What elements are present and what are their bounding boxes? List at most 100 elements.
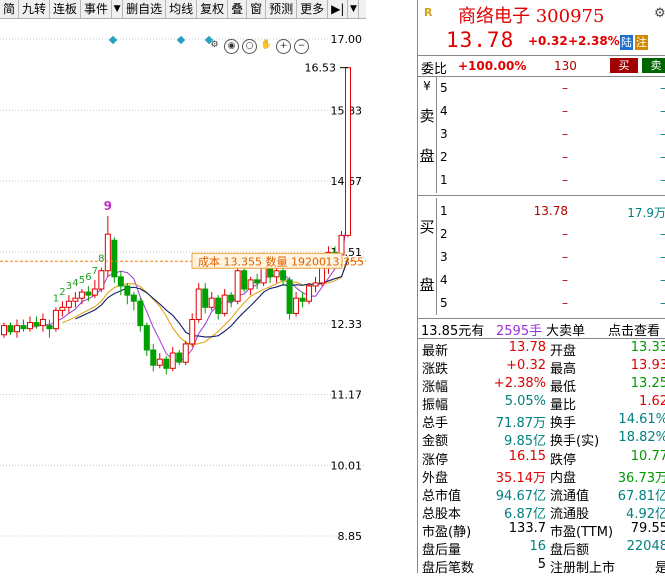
td-count-label: 5 (79, 275, 85, 286)
sell-row[interactable]: 5 – – (438, 78, 665, 101)
candle-body (189, 319, 196, 345)
td-count-label: 3 (66, 281, 72, 292)
buy-row[interactable]: 5 – – (438, 293, 665, 316)
sell-row[interactable]: 2 – – (438, 147, 665, 170)
high-price-label: 16.53 (305, 62, 337, 75)
sell-row[interactable]: 1 – – (438, 170, 665, 193)
candle-body (98, 270, 105, 290)
stock-title-row: R 商络电子 300975 ⚙ (418, 0, 665, 29)
gear-icon[interactable]: ⚙ (208, 39, 221, 52)
candle-body (33, 322, 40, 327)
candle-body (20, 325, 27, 330)
sell-row[interactable]: 3 – – (438, 124, 665, 147)
sell-price: – (562, 173, 568, 187)
eye-outline-icon[interactable]: ○ (242, 39, 257, 54)
minus-icon[interactable]: − (294, 39, 309, 54)
adjust-button[interactable]: 复权 (197, 0, 229, 18)
candle-body (150, 349, 157, 366)
stat-label-2: 跌停 (550, 452, 577, 468)
stat-value-2: 4.92亿 (626, 506, 665, 522)
buy-row[interactable]: 3 – – (438, 247, 665, 270)
hand-icon[interactable]: ✋ (260, 39, 273, 52)
buy-level: 1 (440, 204, 448, 218)
r-badge-icon: R (424, 6, 433, 19)
td-count-label: 4 (72, 278, 78, 289)
stat-label-2: 开盘 (550, 344, 577, 359)
stat-label-2: 盘后额 (550, 543, 590, 559)
trade-big-order: 大卖单 (546, 324, 586, 339)
buy-level: 3 (440, 250, 448, 264)
stock-title: 商络电子 300975 (458, 6, 605, 27)
stat-value: 94.67亿 (495, 488, 546, 504)
candle-body (104, 233, 111, 272)
tab-limit-board[interactable]: 连板 (50, 0, 82, 18)
chart-icon-row: ⚙ ◉ ○ ✋ + − (208, 39, 309, 54)
stat-value-2: 18.82% (618, 430, 665, 446)
forecast-button[interactable]: 预测 (266, 0, 298, 18)
stat-value: 71.87万 (495, 416, 546, 432)
eye-icon[interactable]: ◉ (224, 39, 239, 54)
buy-button[interactable]: 买 (610, 58, 638, 73)
stat-value-2: 13.93 (630, 358, 665, 374)
candle-body (26, 322, 33, 330)
candle-body (156, 358, 163, 366)
overlay-button[interactable]: 叠 (228, 0, 248, 18)
stat-value-2: 36.73万 (617, 470, 665, 486)
trade-summary-row: 13.85元有 2595手 大卖单 点击查看 (418, 318, 665, 339)
sell-row[interactable]: 4 – – (438, 101, 665, 124)
stat-row: 涨跌 +0.32 最高 13.93 (418, 358, 665, 378)
more-button[interactable]: 更多 (297, 0, 329, 18)
stat-row: 总手 71.87万 换手 14.61% (418, 412, 665, 432)
stat-label-2: 最高 (550, 362, 577, 378)
ma-button[interactable]: 均线 (166, 0, 198, 18)
sell-price: – (562, 127, 568, 141)
sell-level: 5 (440, 81, 448, 95)
buy-row[interactable]: 4 – – (438, 270, 665, 293)
buy-row[interactable]: 1 13.78 17.9万 (438, 201, 665, 224)
candle-body (254, 279, 261, 284)
stat-label-2: 市盈(TTM) (550, 524, 614, 540)
stat-row: 涨停 16.15 跌停 10.77 (418, 448, 665, 468)
candle-body (306, 285, 313, 302)
kline-svg: 17.0015.8314.6713.5112.3311.1710.018.851… (0, 33, 366, 543)
settings-gear-icon[interactable]: ⚙ (654, 6, 665, 21)
latest-price: 13.78 (446, 28, 515, 52)
buy-price: – (562, 227, 568, 241)
plus-icon[interactable]: + (276, 39, 291, 54)
tab-simple[interactable]: 简 (0, 0, 20, 18)
kline-chart[interactable]: 17.0015.8314.6713.5112.3311.1710.018.851… (0, 19, 366, 573)
td-count-label: 7 (92, 266, 98, 277)
stat-value-2: 79.55 (630, 520, 665, 536)
candle-body (228, 294, 235, 302)
tab-nine-turn[interactable]: 九转 (19, 0, 51, 18)
play-icon[interactable]: ▶| (328, 0, 349, 18)
td-count-label: 1 (53, 293, 59, 304)
buy-volume: – (660, 273, 665, 287)
sell-price: – (562, 104, 568, 118)
sell-level: 2 (440, 150, 448, 164)
buy-level: 5 (440, 296, 448, 310)
buy-side-label: 买 盘 (418, 198, 437, 315)
trade-view-link[interactable]: 点击查看 (608, 320, 660, 339)
candle-body (234, 270, 241, 302)
buy-row[interactable]: 2 – – (438, 224, 665, 247)
stat-label-2: 注册制上市 (550, 561, 616, 576)
stat-value: 9.85亿 (504, 434, 546, 450)
candle-body (124, 285, 131, 296)
play-dropdown[interactable]: ▼ (348, 0, 360, 18)
window-button[interactable]: 窗 (247, 0, 267, 18)
stat-value-2: 10.77 (630, 448, 665, 464)
stat-label: 涨幅 (422, 380, 449, 396)
sell-price: – (562, 81, 568, 95)
buy-price: 13.78 (533, 204, 568, 218)
event-marker-icon (108, 35, 118, 45)
remove-watchlist-button[interactable]: 删自选 (123, 0, 167, 18)
stat-label: 外盘 (422, 470, 449, 486)
sell-volume: – (660, 173, 665, 187)
stat-value: +0.32 (506, 358, 546, 374)
sell-button[interactable]: 卖 (642, 58, 665, 73)
event-dropdown[interactable]: ▼ (112, 0, 124, 18)
candle-body (163, 358, 170, 369)
candle-body (117, 276, 124, 287)
tab-event[interactable]: 事件 (81, 0, 113, 18)
